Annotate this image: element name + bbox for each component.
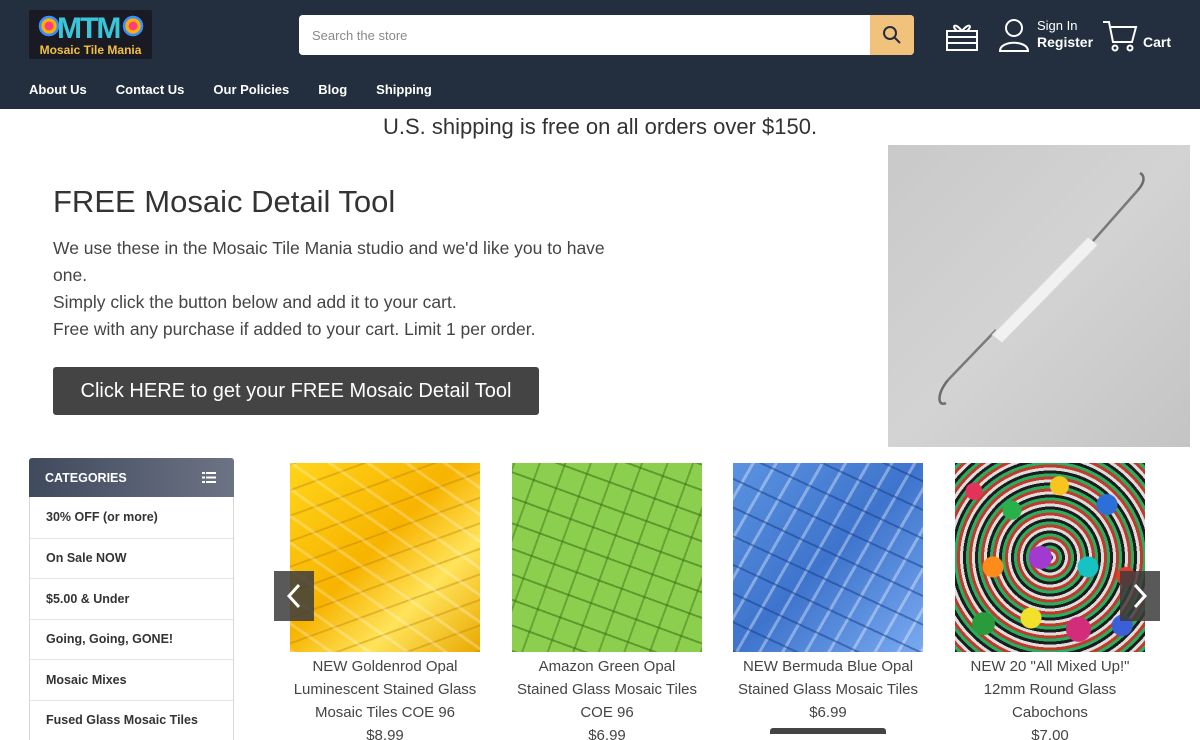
detail-tool-image — [888, 145, 1190, 447]
signin-register: Sign In Register — [1037, 18, 1093, 50]
category-item[interactable]: On Sale NOW — [30, 537, 233, 579]
categories-panel: CATEGORIES 30% OFF (or more) On Sale NOW… — [29, 458, 234, 740]
nav-contact-us[interactable]: Contact Us — [116, 82, 185, 97]
product-price: $8.99 — [366, 727, 404, 740]
category-item[interactable]: Fused Glass Mosaic Tiles — [30, 699, 233, 740]
free-shipping-banner: U.S. shipping is free on all orders over… — [382, 114, 818, 139]
product-card[interactable]: NEW Bermuda Blue Opal Stained Glass Mosa… — [733, 463, 923, 734]
product-image[interactable] — [512, 463, 702, 652]
categories-header[interactable]: CATEGORIES — [29, 458, 234, 497]
cart-label[interactable]: Cart — [1143, 34, 1171, 50]
product-title[interactable]: NEW Goldenrod Opal Luminescent Stained G… — [290, 655, 480, 724]
nav-blog[interactable]: Blog — [318, 82, 347, 97]
account-link[interactable] — [998, 18, 1030, 52]
product-card[interactable]: NEW Goldenrod Opal Luminescent Stained G… — [290, 463, 480, 740]
category-item[interactable]: $5.00 & Under — [30, 578, 233, 619]
categories-list: 30% OFF (or more) On Sale NOW $5.00 & Un… — [29, 497, 234, 740]
product-title[interactable]: NEW 20 "All Mixed Up!" 12mm Round Glass … — [955, 655, 1145, 724]
product-title[interactable]: NEW Bermuda Blue Opal Stained Glass Mosa… — [733, 655, 923, 701]
categories-title: CATEGORIES — [45, 470, 127, 485]
promo-description: We use these in the Mosaic Tile Mania st… — [53, 235, 613, 343]
site-header: MTM Mosaic Tile Mania Sign In Register — [0, 0, 1200, 109]
store-logo[interactable]: MTM Mosaic Tile Mania — [29, 10, 152, 59]
chevron-left-icon — [286, 583, 301, 609]
carousel-prev-button[interactable] — [274, 571, 314, 621]
search-button[interactable] — [870, 15, 914, 55]
product-image[interactable] — [955, 463, 1145, 652]
product-price: $6.99 — [588, 727, 626, 740]
chevron-right-icon — [1133, 583, 1148, 609]
product-title[interactable]: Amazon Green Opal Stained Glass Mosaic T… — [512, 655, 702, 724]
search-bar — [299, 15, 914, 55]
product-price: $6.99 — [809, 704, 847, 721]
category-item[interactable]: Mosaic Mixes — [30, 659, 233, 700]
product-image[interactable] — [290, 463, 480, 652]
promo-line: We use these in the Mosaic Tile Mania st… — [53, 238, 605, 285]
register-link[interactable]: Register — [1037, 34, 1093, 50]
detail-tool-illustration — [938, 171, 1145, 405]
search-icon — [883, 26, 901, 44]
search-input[interactable] — [299, 15, 870, 55]
promo-line: Free with any purchase if added to your … — [53, 319, 536, 339]
category-item[interactable]: 30% OFF (or more) — [30, 497, 233, 538]
nav-our-policies[interactable]: Our Policies — [213, 82, 289, 97]
product-carousel: NEW Goldenrod Opal Luminescent Stained G… — [270, 460, 1170, 740]
user-icon — [998, 19, 1030, 52]
promo-line: Simply click the button below and add it… — [53, 292, 457, 312]
product-price: $7.00 — [1031, 727, 1069, 740]
logo-burst-right — [121, 14, 145, 38]
carousel-next-button[interactable] — [1120, 571, 1160, 621]
list-icon — [202, 472, 216, 483]
promo-title: FREE Mosaic Detail Tool — [53, 184, 396, 219]
product-card[interactable]: Amazon Green Opal Stained Glass Mosaic T… — [512, 463, 702, 740]
main-navigation: About Us Contact Us Our Policies Blog Sh… — [29, 82, 461, 97]
gift-certificate-link[interactable] — [945, 20, 979, 52]
cart-icon — [1103, 21, 1138, 52]
category-item[interactable]: Going, Going, GONE! — [30, 618, 233, 660]
nav-about-us[interactable]: About Us — [29, 82, 87, 97]
logo-mark: MTM — [57, 12, 121, 45]
cart-link[interactable] — [1102, 19, 1138, 53]
product-image[interactable] — [733, 463, 923, 652]
logo-name: Mosaic Tile Mania — [39, 43, 142, 57]
sign-in-link[interactable]: Sign In — [1037, 18, 1093, 34]
product-card[interactable]: NEW 20 "All Mixed Up!" 12mm Round Glass … — [955, 463, 1145, 740]
free-tool-button[interactable]: Click HERE to get your FREE Mosaic Detai… — [53, 367, 539, 415]
add-to-cart-button[interactable] — [770, 728, 886, 734]
gift-icon — [946, 24, 978, 51]
nav-shipping[interactable]: Shipping — [376, 82, 432, 97]
